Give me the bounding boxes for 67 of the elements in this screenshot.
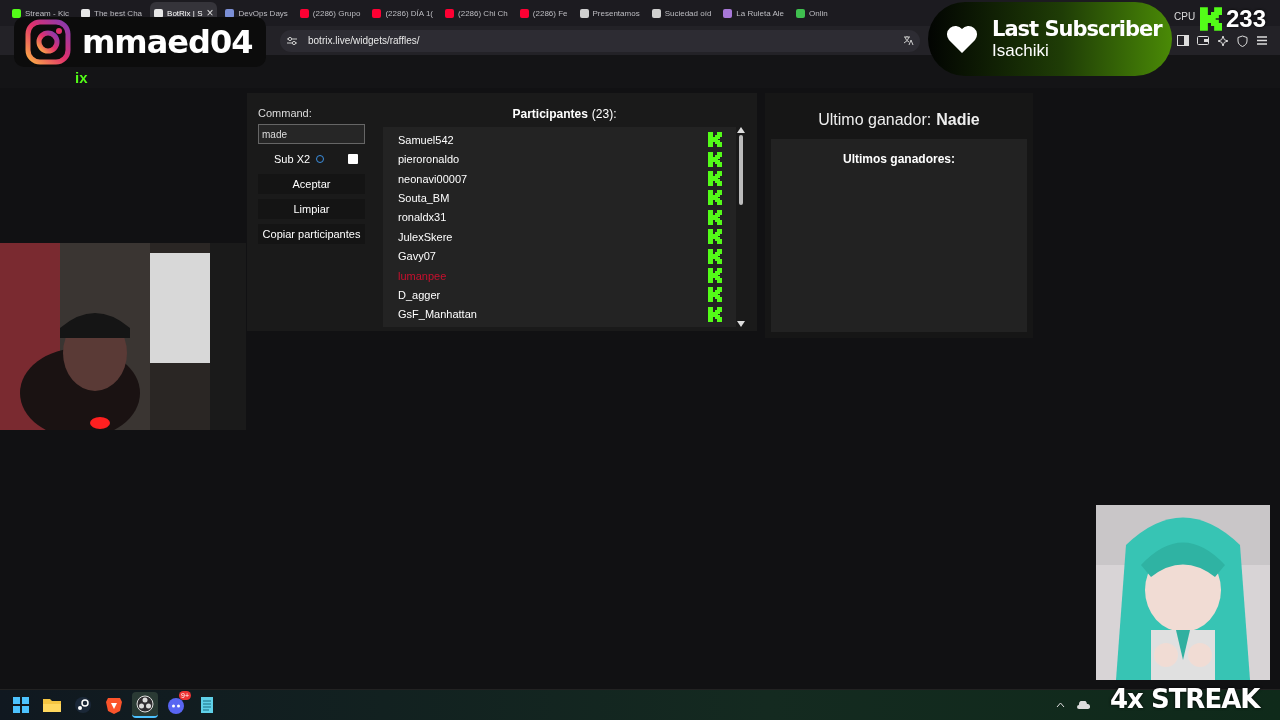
wallet-icon[interactable] (1197, 34, 1209, 46)
winners-title: Ultimos ganadores: (843, 152, 955, 167)
platform-icon (708, 287, 722, 303)
command-label: Command: (258, 107, 313, 119)
platform-icon (708, 171, 722, 186)
camera-logo-icon (24, 18, 72, 66)
browser-tab[interactable]: (2286) DÍA 1( (368, 2, 437, 24)
participant-name: Souta_BM (398, 191, 450, 204)
streak-counter: 4x STREAK (1110, 684, 1260, 714)
sub-x2-label: Sub X2 (274, 153, 311, 165)
scrollbar-thumb[interactable] (739, 135, 743, 205)
participant-name: JulexSkere (398, 230, 453, 243)
close-tab-button[interactable]: × (206, 6, 214, 20)
disc-icon (73, 695, 93, 715)
platform-icon (708, 306, 722, 322)
action-button[interactable]: Limpiar (258, 199, 365, 219)
scroll-down-icon[interactable] (737, 321, 745, 327)
shield-icon[interactable] (1237, 34, 1248, 47)
browser-tab[interactable]: Presentamos (575, 2, 644, 24)
caret-icon[interactable] (1056, 702, 1065, 708)
social-handle: mmaed04 (82, 23, 253, 61)
platform-icon (708, 209, 722, 225)
browser-tab[interactable]: (2286) Fe (515, 2, 572, 24)
alert-title: Last Subscriber (992, 17, 1162, 41)
browser-tab[interactable]: La Ruleta Ale (719, 2, 788, 24)
participant-name: Gavy07 (398, 250, 436, 263)
command-field[interactable]: made (258, 124, 365, 144)
participant-name: D_agger (398, 288, 441, 301)
participant-name: ronaldx31 (398, 211, 447, 224)
circles-icon (135, 694, 155, 714)
platform-icon (708, 268, 722, 284)
heart-icon (946, 24, 978, 54)
site-logo[interactable]: ix (75, 69, 88, 86)
scroll-up-icon[interactable] (737, 127, 745, 133)
browser-tab[interactable]: (2286) Grupo (295, 2, 365, 24)
site-settings-icon[interactable] (286, 35, 298, 46)
taskbar-app[interactable] (132, 692, 158, 718)
viewer-count: 233 (1226, 5, 1267, 33)
platform-icon (708, 190, 722, 206)
action-button[interactable]: Copiar participantes (258, 224, 365, 244)
browser-tab[interactable]: (2286) Chi Ch (441, 2, 512, 24)
translate-icon[interactable] (903, 35, 914, 46)
participant-name: pieroronaldo (398, 153, 460, 166)
platform-icon (1200, 7, 1222, 31)
subscriber-name: Isachiki (992, 41, 1050, 61)
sub-x2-checkbox[interactable] (348, 154, 359, 164)
platform-icon (708, 151, 722, 167)
platform-icon (708, 248, 722, 264)
shield-icon (104, 695, 124, 715)
address-bar[interactable]: botrix.live/widgets/raffles/ (280, 29, 920, 52)
participants-heading: Participantes (23): (512, 107, 617, 121)
platform-icon (708, 229, 722, 245)
browser-tab[interactable]: Onlin (791, 2, 832, 24)
menu-icon[interactable] (1256, 34, 1268, 46)
participant-name: Samuel542 (398, 133, 454, 146)
platform-icon (708, 132, 722, 148)
participant-name: GsF_Manhattan (398, 308, 477, 321)
action-button[interactable]: Aceptar (258, 174, 365, 194)
sidebar-icon[interactable] (1177, 34, 1189, 46)
start-grid-icon (11, 695, 31, 715)
cloud-icon[interactable] (1077, 701, 1090, 709)
participant-name: neonavi00007 (398, 172, 468, 185)
browser-tab[interactable]: Suciedad oíd (647, 2, 716, 24)
participant-name: lumanpee (398, 269, 447, 282)
cpu-label: CPU (1174, 11, 1196, 22)
last-winner-text: Ultimo ganador: Nadie (818, 111, 980, 129)
sparkle-icon[interactable] (1217, 34, 1229, 46)
